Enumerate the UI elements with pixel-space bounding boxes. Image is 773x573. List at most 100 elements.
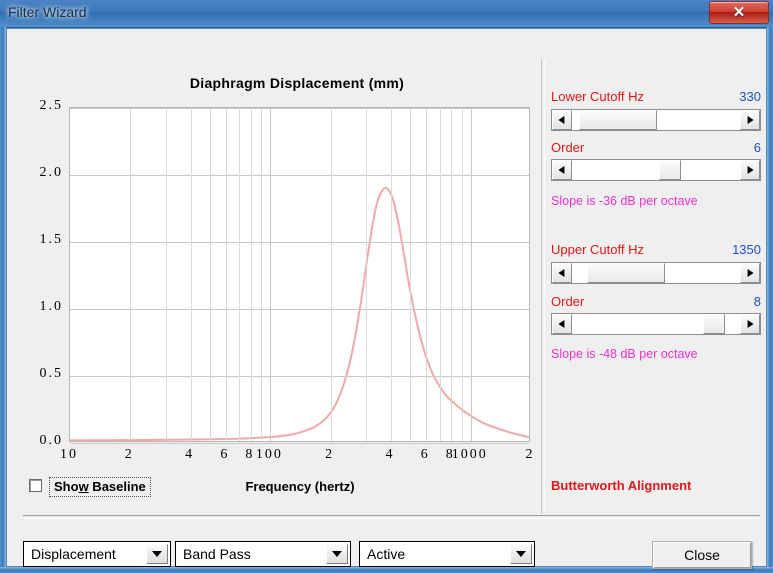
- topology-select-value: Band Pass: [183, 546, 251, 562]
- triangle-right-icon: [747, 116, 754, 124]
- upper-order-thumb[interactable]: [703, 314, 726, 334]
- y-axis-tick-label: 1.5: [39, 232, 63, 247]
- chevron-down-icon[interactable]: [326, 544, 348, 564]
- upper-order-track[interactable]: [572, 314, 740, 334]
- title-bar: Filter Wizard ✕: [0, 0, 773, 28]
- type-select-value: Active: [367, 546, 406, 562]
- y-axis-tick-label: 0.0: [39, 433, 63, 448]
- lower-order-decrement-arrow[interactable]: [552, 160, 572, 180]
- upper-cutoff-value: 1350: [732, 242, 761, 257]
- lower-cutoff-label: Lower Cutoff Hz: [551, 89, 644, 104]
- displacement-curve: [70, 108, 529, 441]
- gridline-horizontal: [70, 376, 529, 377]
- lower-order-label: Order: [551, 140, 585, 155]
- window-frame-right: [767, 27, 773, 573]
- x-axis-tick-label: 8: [245, 447, 255, 462]
- lower-cutoff-decrement-arrow[interactable]: [552, 110, 572, 130]
- show-baseline-label[interactable]: Show Baseline: [49, 477, 151, 497]
- triangle-down-icon: [516, 551, 526, 557]
- topology-select[interactable]: Band Pass: [175, 541, 351, 567]
- x-axis-tick-label: 4: [385, 447, 395, 462]
- gridline-horizontal: [70, 309, 529, 310]
- upper-order-slider[interactable]: [551, 313, 761, 335]
- x-axis-tick-label: 10: [60, 447, 78, 462]
- gridline-vertical: [451, 108, 452, 441]
- upper-cutoff-decrement-arrow[interactable]: [552, 263, 572, 283]
- triangle-right-icon: [747, 166, 754, 174]
- lower-order-slider[interactable]: [551, 159, 761, 181]
- show-baseline-text-post: Baseline: [88, 479, 146, 494]
- chevron-down-icon[interactable]: [146, 544, 168, 564]
- y-axis-labels: 2.5 2.0 1.5 1.0 0.5 0.0: [15, 98, 63, 448]
- lower-cutoff-thumb[interactable]: [578, 110, 657, 130]
- triangle-left-icon: [558, 269, 565, 277]
- lower-cutoff-track[interactable]: [572, 110, 740, 130]
- gridline-vertical: [261, 108, 262, 441]
- show-baseline-checkbox[interactable]: [29, 479, 42, 492]
- gridline-vertical: [471, 108, 472, 441]
- gridline-vertical: [331, 108, 332, 441]
- upper-order-increment-arrow[interactable]: [740, 314, 760, 334]
- x-axis-labels: 10 2 4 6 8 100 2 4 6 8 1000 2: [60, 447, 533, 469]
- gridline-vertical: [130, 108, 131, 441]
- window-close-button[interactable]: ✕: [709, 1, 769, 24]
- chevron-down-icon[interactable]: [510, 544, 532, 564]
- chart-title: Diaphragm Displacement (mm): [189, 75, 405, 91]
- gridline-horizontal: [70, 108, 529, 109]
- gridline-vertical: [440, 108, 441, 441]
- app-window: Filter Wizard ✕ Diaphragm Displacement (…: [0, 0, 773, 573]
- triangle-left-icon: [558, 320, 565, 328]
- triangle-right-icon: [747, 269, 754, 277]
- y-axis-tick-label: 0.5: [39, 366, 63, 381]
- triangle-down-icon: [152, 551, 162, 557]
- close-button[interactable]: Close: [652, 541, 752, 569]
- close-icon: ✕: [732, 4, 746, 21]
- x-axis-caption: Frequency (hertz): [245, 479, 355, 494]
- gridline-vertical: [191, 108, 192, 441]
- gridline-vertical: [391, 108, 392, 441]
- x-axis-tick-label: 2: [124, 447, 134, 462]
- triangle-right-icon: [747, 320, 754, 328]
- x-axis-tick-label: 6: [220, 447, 230, 462]
- upper-cutoff-label: Upper Cutoff Hz: [551, 242, 644, 257]
- lower-cutoff-increment-arrow[interactable]: [740, 110, 760, 130]
- gridline-vertical: [410, 108, 411, 441]
- gridline-vertical: [426, 108, 427, 441]
- lower-cutoff-value: 330: [739, 89, 761, 104]
- gridline-horizontal: [70, 175, 529, 176]
- upper-cutoff-track[interactable]: [572, 263, 740, 283]
- triangle-left-icon: [558, 116, 565, 124]
- gridline-horizontal: [70, 443, 529, 444]
- client-area: Diaphragm Displacement (mm) 2.5 2.0 1.5 1.0…: [6, 28, 767, 569]
- type-select[interactable]: Active: [359, 541, 535, 567]
- x-axis-tick-label: 1000: [451, 447, 488, 462]
- vertical-divider: [541, 59, 545, 514]
- gridline-vertical: [270, 108, 271, 441]
- x-axis-tick-label: 2: [325, 447, 335, 462]
- lower-cutoff-slider[interactable]: [551, 109, 761, 131]
- upper-order-label: Order: [551, 294, 585, 309]
- x-axis-tick-label: 100: [255, 447, 283, 462]
- upper-cutoff-increment-arrow[interactable]: [740, 263, 760, 283]
- gridline-vertical: [462, 108, 463, 441]
- upper-order-value: 8: [753, 294, 761, 309]
- lower-order-track[interactable]: [572, 160, 740, 180]
- horizontal-divider: [23, 515, 760, 519]
- upper-cutoff-thumb[interactable]: [587, 263, 666, 283]
- x-axis-tick-label: 2: [525, 447, 535, 462]
- upper-order-decrement-arrow[interactable]: [552, 314, 572, 334]
- window-title: Filter Wizard: [8, 4, 87, 20]
- lower-slope-text: Slope is -36 dB per octave: [551, 194, 698, 208]
- lower-order-value: 6: [753, 140, 761, 155]
- y-axis-tick-label: 2.5: [39, 98, 63, 113]
- gridline-vertical: [366, 108, 367, 441]
- y-axis-tick-label: 1.0: [39, 299, 63, 314]
- lower-order-increment-arrow[interactable]: [740, 160, 760, 180]
- quantity-select[interactable]: Displacement: [23, 541, 171, 567]
- show-baseline-text-pre: Sho: [54, 479, 79, 494]
- alignment-label: Butterworth Alignment: [551, 478, 692, 493]
- lower-order-thumb[interactable]: [659, 160, 682, 180]
- upper-cutoff-slider[interactable]: [551, 262, 761, 284]
- y-axis-tick-label: 2.0: [39, 165, 63, 180]
- gridline-horizontal: [70, 242, 529, 243]
